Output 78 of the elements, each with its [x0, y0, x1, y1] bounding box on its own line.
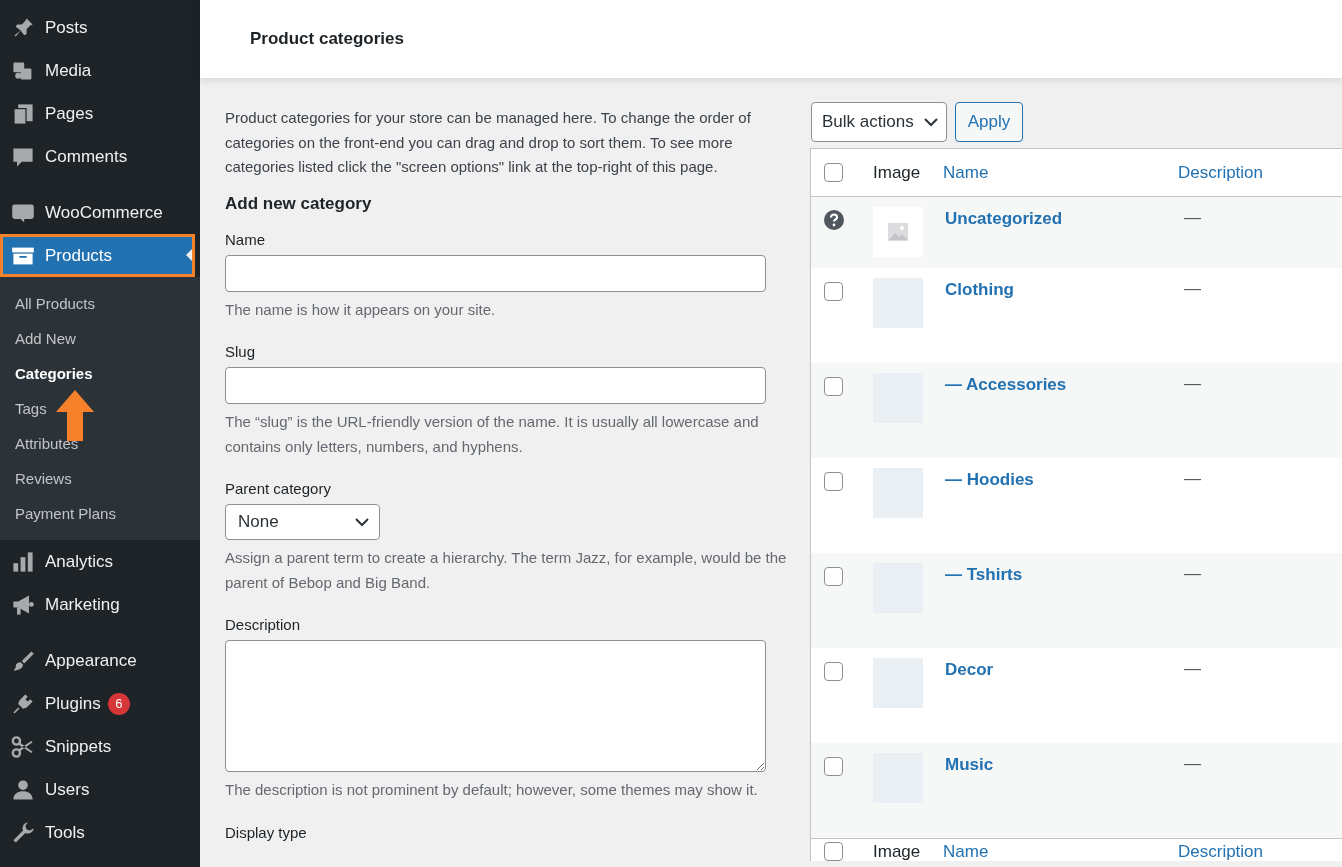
field-hint: The “slug” is the URL-friendly version of the name. It is usually all lowercase and contains only letters, numbers, and hyphens. — [225, 412, 760, 457]
column-header-link[interactable]: Name — [940, 162, 989, 183]
row-checkbox[interactable] — [824, 377, 843, 396]
bar-chart-icon — [11, 549, 35, 574]
field-label: Display type — [225, 822, 308, 843]
user-icon — [11, 777, 35, 802]
current-pointer-icon — [186, 249, 192, 261]
menu-item[interactable]: Products — [0, 234, 195, 277]
row-checkbox[interactable] — [824, 757, 843, 776]
column-header-link[interactable]: Description — [1172, 842, 1264, 861]
field-label: Description — [225, 615, 302, 635]
description-cell-text: — — [1183, 207, 1202, 229]
page-title: Product categories — [250, 29, 404, 49]
submenu-item[interactable]: Tags — [0, 391, 200, 426]
column-header-link[interactable]: Name — [940, 842, 989, 861]
description-cell-text: — — [1183, 563, 1202, 585]
scissors-icon — [11, 734, 35, 759]
update-count-badge: 6 — [107, 692, 130, 715]
category-name-link[interactable]: Clothing — [940, 278, 1014, 301]
submenu-item[interactable]: Payment Plans — [0, 496, 200, 531]
menu-item[interactable]: Tools — [0, 811, 200, 854]
menu-item[interactable]: Analytics — [0, 540, 200, 583]
category-name-link[interactable]: Music — [940, 753, 994, 776]
category-name-link[interactable]: — Tshirts — [940, 563, 1023, 586]
parent-select[interactable]: None — [225, 504, 380, 540]
input-field[interactable] — [225, 367, 766, 404]
menu-item[interactable]: Media — [0, 49, 200, 92]
field-hint: Assign a parent term to create a hierarchy. The term Jazz, for example, would be the parent of Bebop and Big Band. — [225, 548, 788, 593]
description-cell-text: — — [1183, 658, 1202, 680]
field-label: Parent category — [225, 479, 332, 499]
plug-icon — [11, 691, 35, 716]
wrench-icon — [11, 820, 35, 845]
row-checkbox[interactable] — [824, 662, 843, 681]
menu-item[interactable]: Comments — [0, 135, 200, 178]
submenu-item[interactable]: Categories — [0, 356, 200, 391]
category-name-link[interactable]: — Accessories — [940, 373, 1067, 396]
menu-item[interactable]: Snippets — [0, 725, 200, 768]
field-label: Slug — [225, 342, 257, 362]
pages-icon — [11, 101, 35, 126]
help-icon[interactable] — [824, 210, 844, 230]
row-checkbox[interactable] — [824, 472, 843, 491]
category-name-link[interactable]: — Hoodies — [940, 468, 1034, 491]
category-name-link[interactable]: Decor — [940, 658, 994, 681]
category-name-link[interactable]: Uncategorized — [940, 207, 1063, 230]
image-placeholder — [873, 207, 923, 257]
select-all-checkbox[interactable] — [824, 842, 843, 861]
menu-item[interactable]: Marketing — [0, 583, 200, 626]
column-header: Image — [872, 162, 921, 183]
section-heading: Add new category — [225, 193, 373, 214]
paintbrush-icon — [11, 648, 35, 673]
bulk-actions-select[interactable]: Bulk actions — [811, 102, 947, 142]
description-cell-text: — — [1183, 373, 1202, 395]
menu-item[interactable]: Users — [0, 768, 200, 811]
submenu-item[interactable]: Add New — [0, 321, 200, 356]
intro-text: Product categories for your store can be managed here. To change the order of categories on the front-end you can drag and drop to sort them. To see more categories listed click the "screen options" link at the top-right of this page. — [225, 108, 752, 177]
menu-item[interactable]: WooCommerce — [0, 191, 200, 234]
description-cell-text: — — [1183, 468, 1202, 490]
chevron-down-icon — [923, 115, 938, 129]
submenu-item[interactable]: All Products — [0, 286, 200, 321]
menu-item[interactable]: Pages — [0, 92, 200, 135]
apply-button[interactable]: Apply — [954, 102, 1024, 142]
menu-item[interactable]: Plugins 6 — [0, 682, 200, 725]
chevron-down-icon — [355, 515, 369, 529]
description-cell-text: — — [1183, 278, 1202, 300]
field-label: Name — [225, 229, 266, 250]
menu-item[interactable]: Appearance — [0, 639, 200, 682]
select-all-checkbox[interactable] — [824, 163, 843, 182]
description-cell-text: — — [1183, 753, 1202, 775]
column-header-link[interactable]: Description — [1172, 162, 1264, 183]
submenu-item[interactable]: Attributes — [0, 426, 200, 461]
menu-item[interactable]: Posts — [0, 6, 200, 49]
field-hint: The description is not prominent by default; however, some themes may show it. — [225, 780, 759, 800]
column-header: Image — [872, 842, 921, 861]
field-hint: The name is how it appears on your site. — [225, 299, 497, 320]
submenu-item[interactable]: Reviews — [0, 461, 200, 496]
row-checkbox[interactable] — [824, 567, 843, 586]
row-checkbox[interactable] — [824, 282, 843, 301]
input-field[interactable] — [225, 254, 766, 292]
